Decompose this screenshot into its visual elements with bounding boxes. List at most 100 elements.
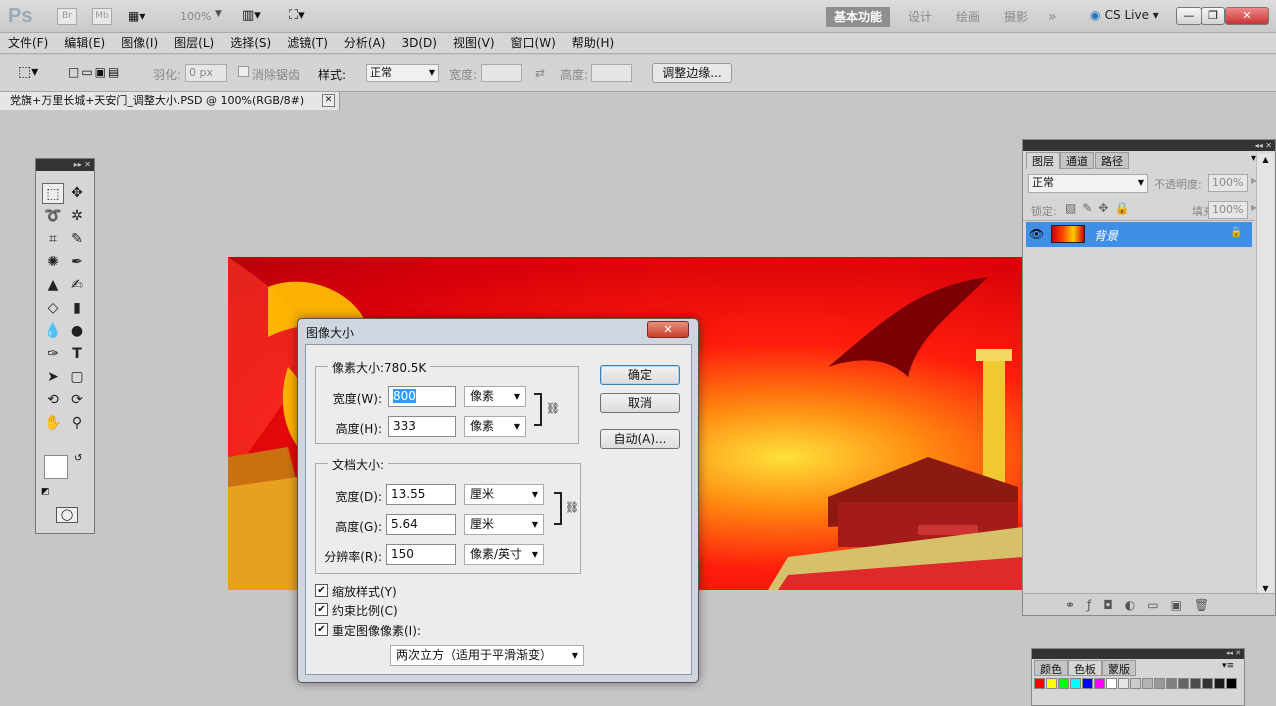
doc-width-input[interactable]: 13.55 [386, 484, 456, 505]
constrain-proportions-checkbox[interactable]: ✔ [315, 603, 328, 616]
pen-icon[interactable]: ✑ [42, 344, 64, 365]
lasso-icon[interactable]: ➰ [42, 206, 64, 227]
resolution-unit-select[interactable]: 像素/英寸 ▼ [464, 544, 544, 565]
tab-color[interactable]: 颜色 [1034, 660, 1068, 676]
menu-filter[interactable]: 滤镜(T) [279, 33, 336, 54]
bridge-button[interactable]: Br [57, 8, 77, 25]
style-select[interactable]: 正常 ▼ [366, 64, 439, 82]
color-swatch[interactable] [1118, 678, 1129, 689]
pixel-height-input[interactable]: 333 [388, 416, 456, 437]
color-swatch[interactable] [1082, 678, 1093, 689]
color-swatch[interactable] [1058, 678, 1069, 689]
workspace-more-icon[interactable]: » [1040, 7, 1065, 27]
ok-button[interactable]: 确定 [600, 365, 680, 385]
3d-orbit-icon[interactable]: ⟳ [66, 390, 88, 411]
view-extras-icon[interactable]: ▦▾ [128, 9, 145, 23]
window-close-button[interactable]: ✕ [1225, 7, 1269, 25]
doc-height-unit-select[interactable]: 厘米 ▼ [464, 514, 544, 535]
shape-icon[interactable]: ▢ [66, 367, 88, 388]
scale-styles-checkbox[interactable]: ✔ [315, 584, 328, 597]
zoom-level[interactable]: 100% [180, 10, 211, 23]
width-input[interactable] [481, 64, 522, 82]
swap-colors-icon[interactable]: ↺ [74, 453, 82, 464]
tab-paths[interactable]: 路径 [1095, 152, 1129, 169]
color-swatch[interactable] [1046, 678, 1057, 689]
arrange-documents-icon[interactable]: ▥▾ [242, 8, 261, 23]
resolution-input[interactable]: 150 [386, 544, 456, 565]
tools-panel-header[interactable]: ▸▸ ✕ [36, 159, 94, 171]
workspace-painting[interactable]: 绘画 [948, 7, 988, 27]
menu-3d[interactable]: 3D(D) [393, 33, 444, 54]
layers-footer-icons[interactable]: ⚭ƒ◘◐▭▣🗑 [1023, 593, 1275, 615]
blur-icon[interactable]: 💧 [42, 321, 64, 342]
menu-layer[interactable]: 图层(L) [166, 33, 222, 54]
color-swatch[interactable] [1226, 678, 1237, 689]
menu-select[interactable]: 选择(S) [222, 33, 279, 54]
color-swatch[interactable] [1130, 678, 1141, 689]
doc-height-input[interactable]: 5.64 [386, 514, 456, 535]
zoom-icon[interactable]: ⚲ [66, 413, 88, 434]
auto-button[interactable]: 自动(A)... [600, 429, 680, 449]
layers-scrollbar[interactable]: ▲ ▼ [1256, 153, 1274, 593]
close-icon[interactable]: ✕ [322, 94, 335, 107]
quick-mask-icon[interactable]: ◯ [56, 507, 78, 523]
rect-marquee-icon[interactable]: ⬚ [42, 183, 64, 204]
resample-checkbox[interactable]: ✔ [315, 623, 328, 636]
mini-bridge-button[interactable]: Mb [92, 8, 112, 25]
tab-masks[interactable]: 蒙版 [1102, 660, 1136, 676]
marquee-preset-icon[interactable]: ⬚▾ [18, 64, 38, 80]
swap-icon[interactable]: ⇄ [535, 66, 545, 80]
tab-swatches[interactable]: 色板 [1068, 660, 1102, 676]
panel-menu-icon[interactable]: ▾≡ [1222, 661, 1234, 671]
foreground-color-swatch[interactable] [44, 455, 68, 479]
color-swatch[interactable] [1106, 678, 1117, 689]
gradient-icon[interactable]: ▮ [66, 298, 88, 319]
color-swatch[interactable] [1094, 678, 1105, 689]
height-input[interactable] [591, 64, 632, 82]
pixel-width-unit-select[interactable]: 像素 ▼ [464, 386, 526, 407]
zoom-dropdown-icon[interactable]: ▼ [215, 9, 222, 19]
color-swatch[interactable] [1178, 678, 1189, 689]
pixel-width-input[interactable]: 800 [388, 386, 456, 407]
blend-mode-select[interactable]: 正常 ▼ [1028, 174, 1148, 193]
type-icon[interactable]: T [66, 344, 88, 365]
hand-icon[interactable]: ✋ [42, 413, 64, 434]
move-icon[interactable]: ✥ [66, 183, 88, 204]
swatch-grid[interactable] [1034, 678, 1237, 689]
3d-rotate-icon[interactable]: ⟲ [42, 390, 64, 411]
menu-file[interactable]: 文件(F) [0, 33, 56, 54]
color-swatch[interactable] [1154, 678, 1165, 689]
crop-icon[interactable]: ⌗ [42, 229, 64, 250]
menu-edit[interactable]: 编辑(E) [56, 33, 113, 54]
workspace-photography[interactable]: 摄影 [996, 7, 1036, 27]
magic-wand-icon[interactable]: ✲ [66, 206, 88, 227]
visibility-eye-icon[interactable]: 👁 [1029, 227, 1044, 241]
brush-icon[interactable]: ✒ [66, 252, 88, 273]
color-swatch[interactable] [1142, 678, 1153, 689]
color-swatch[interactable] [1034, 678, 1045, 689]
menu-help[interactable]: 帮助(H) [564, 33, 622, 54]
dialog-close-button[interactable]: ✕ [647, 321, 689, 338]
feather-input[interactable]: 0 px [185, 64, 227, 82]
refine-edge-button[interactable]: 调整边缘... [652, 63, 732, 83]
workspace-design[interactable]: 设计 [900, 7, 940, 27]
document-tab[interactable]: 党旗+万里长城+天安门_调整大小.PSD @ 100%(RGB/8#) [0, 92, 340, 110]
default-colors-icon[interactable]: ◩ [41, 487, 50, 497]
pixel-height-unit-select[interactable]: 像素 ▼ [464, 416, 526, 437]
color-swatch[interactable] [1202, 678, 1213, 689]
cs-live-menu[interactable]: ◉ CS Live ▾ [1090, 8, 1159, 22]
menu-view[interactable]: 视图(V) [445, 33, 503, 54]
tab-layers[interactable]: 图层 [1026, 152, 1060, 169]
cancel-button[interactable]: 取消 [600, 393, 680, 413]
lock-icons[interactable]: ▧✎✥🔒 [1065, 201, 1135, 215]
spot-healing-icon[interactable]: ✺ [42, 252, 64, 273]
menu-analysis[interactable]: 分析(A) [336, 33, 394, 54]
selection-mode-icons[interactable]: □▭▣▤ [68, 65, 121, 79]
color-swatch[interactable] [1070, 678, 1081, 689]
layer-row-background[interactable]: 👁 背景 🔒 [1026, 222, 1252, 247]
dodge-icon[interactable]: ● [66, 321, 88, 342]
history-brush-icon[interactable]: ✍ [66, 275, 88, 296]
fill-input[interactable]: 100% [1208, 201, 1248, 219]
opacity-input[interactable]: 100% [1208, 174, 1248, 192]
color-swatch[interactable] [1166, 678, 1177, 689]
